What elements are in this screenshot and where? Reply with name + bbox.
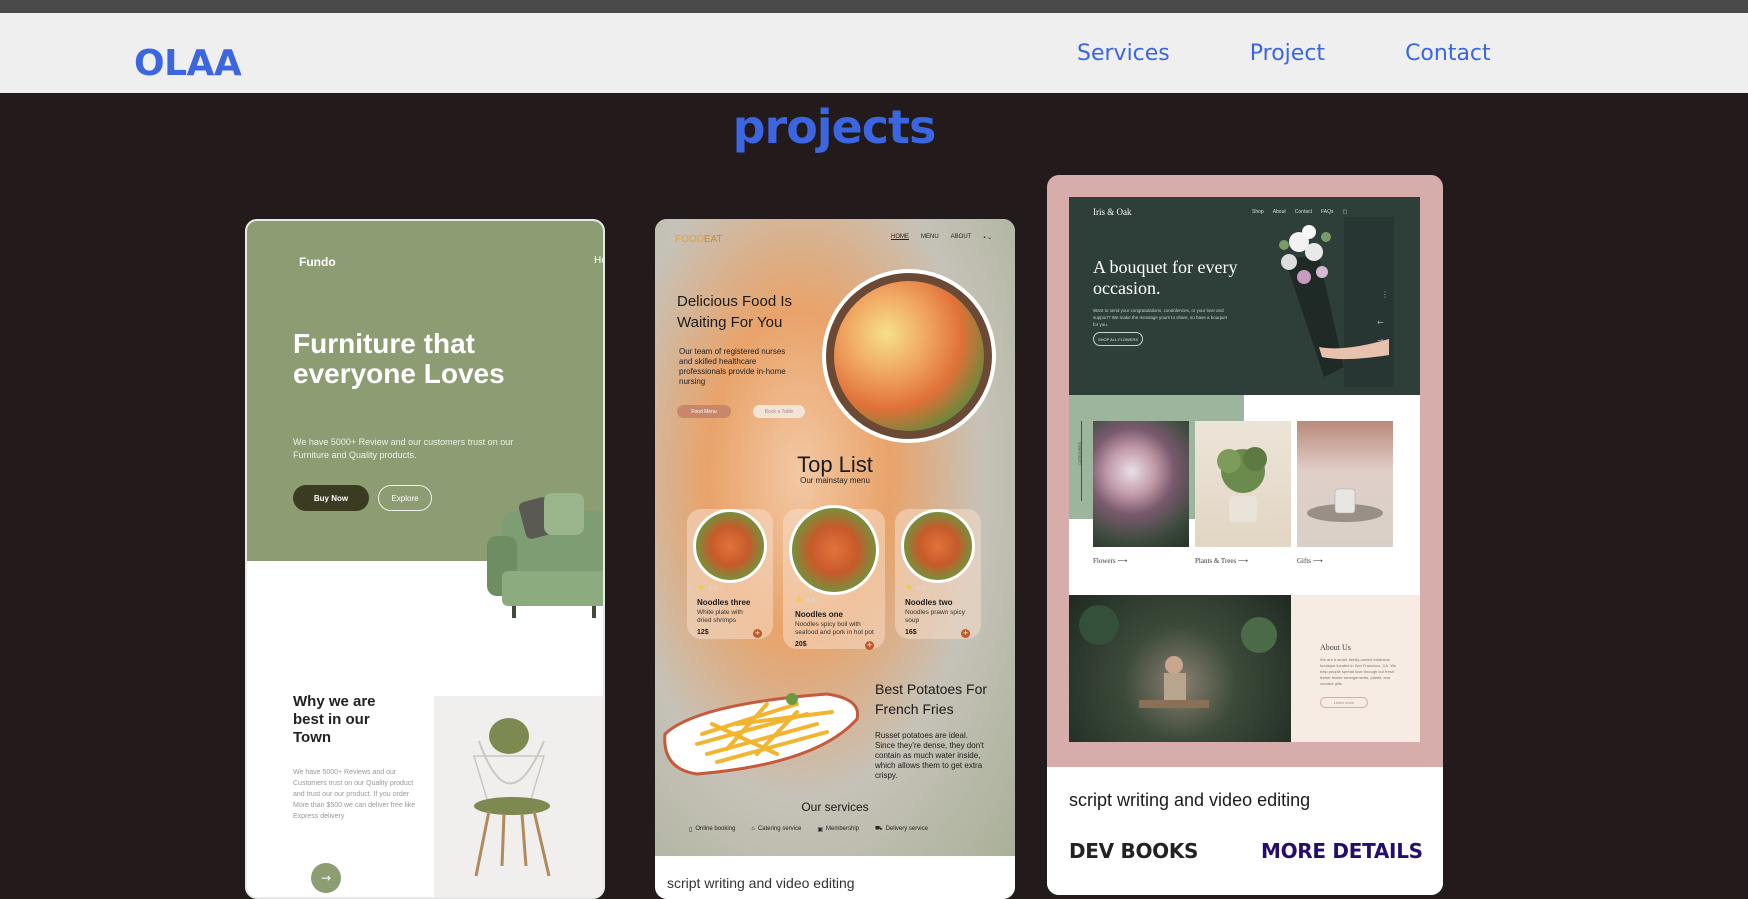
nav-contact[interactable]: Contact <box>1405 41 1491 66</box>
about-title: About Us <box>1320 643 1351 652</box>
services-row: ▯ Online booking ⌂ Catering service ▣ Membe… <box>689 825 928 833</box>
foodeat-nav: HOME MENU ABOUT ▪ ⌄ <box>891 234 993 241</box>
fundo-headline: Furniture that everyone Loves <box>293 328 505 389</box>
food-menu-button: Food Menu <box>677 405 731 418</box>
plants-photo <box>1195 421 1291 547</box>
card-title: DEV BOOKS <box>1069 839 1199 863</box>
top-list-subtitle: Our mainstay menu <box>800 476 870 485</box>
learn-more-button: Learn more <box>1320 697 1368 708</box>
foodeat-headline: Delicious Food Is Waiting For You <box>677 293 793 331</box>
dish-image <box>789 505 879 595</box>
add-icon: + <box>961 629 970 638</box>
bouquet-image: ⋮ ← → <box>1279 217 1394 387</box>
gifts-photo <box>1297 421 1393 547</box>
book-table-button: Book a Table <box>753 405 805 418</box>
membership-icon: ▣ <box>817 826 823 833</box>
dish-card: ★ 4.5 Noodles three White plate with dri… <box>687 509 773 639</box>
add-icon: + <box>865 641 874 650</box>
fundo-text: We have 5000+ Review and our customers t… <box>293 437 514 460</box>
project-card-foodeat[interactable]: FOODEAT HOME MENU ABOUT ▪ ⌄ Delicious Fo… <box>655 219 1015 899</box>
more-details-link[interactable]: MORE DETAILS <box>1261 839 1423 863</box>
fundo-buy-button: Buy Now <box>293 485 369 511</box>
iris-oak-text: Want to send your congratulations, condo… <box>1093 308 1227 327</box>
phone-icon: ▯ <box>689 826 693 833</box>
services-title: Our services <box>801 800 869 814</box>
foodeat-logo: FOODEAT <box>675 234 723 245</box>
chair-image <box>434 696 603 897</box>
bag-icon: ▢ <box>1342 209 1348 215</box>
iris-oak-brand: Iris & Oak <box>1093 207 1132 217</box>
nav-services[interactable]: Services <box>1077 41 1170 66</box>
fundo-section-title: Why we are best in our Town <box>293 693 376 746</box>
star-icon: ★ 4.5 <box>697 583 718 593</box>
shop-photo <box>1069 595 1291 742</box>
main-nav: Services Project Contact <box>1077 41 1491 66</box>
dish-image <box>901 509 975 583</box>
project-card-iris-oak[interactable]: Iris & Oak Shop About Contact FAQs ▢ A bou… <box>1047 175 1443 895</box>
about-text: We are a small, family-owned botanical b… <box>1320 657 1397 686</box>
add-icon: + <box>753 629 762 638</box>
arrow-right-icon: ⟶ <box>1312 557 1323 565</box>
dish-image <box>693 509 767 583</box>
iris-oak-nav: Shop About Contact FAQs ▢ <box>1252 209 1348 215</box>
site-header: OLAA Services Project Contact <box>0 13 1748 93</box>
cart-icon: ▪ ⌄ <box>983 235 993 241</box>
star-icon: ★ 4.5 <box>795 595 816 605</box>
truck-icon: ⛟ <box>875 826 883 832</box>
bowl-image <box>822 269 996 443</box>
section-title: projects <box>732 100 937 154</box>
sofa-image <box>487 493 603 618</box>
iris-oak-headline: A bouquet for every occasion. <box>1093 257 1238 298</box>
service-item: ⛟ Delivery service <box>875 826 928 832</box>
svg-text:⋮: ⋮ <box>1381 290 1389 299</box>
fundo-section-text: We have 5000+ Reviews and our Customers … <box>293 769 416 820</box>
top-list-title: Top List <box>797 452 873 477</box>
star-icon: ★ 4.5 <box>905 583 926 593</box>
category-flowers: Flowers ⟶ <box>1093 557 1128 565</box>
svg-text:→: → <box>1377 336 1384 345</box>
dish-card: ★ 4.5 Noodles one Noodles spicy boil wit… <box>783 505 885 650</box>
service-item: ⌂ Catering service <box>751 826 802 832</box>
fundo-nav-home: Ho <box>594 255 603 266</box>
service-item: ▣ Membership <box>817 826 860 833</box>
site-logo[interactable]: OLAA <box>134 43 242 84</box>
cloche-icon: ⌂ <box>751 826 755 832</box>
shop-all-button: SHOP ALL FLOWERS <box>1093 332 1143 346</box>
fundo-brand: Fundo <box>299 255 336 269</box>
svg-text:←: ← <box>1377 318 1384 327</box>
fundo-arrow-button: → <box>311 863 341 893</box>
service-item: ▯ Online booking <box>689 826 736 833</box>
category-gifts: Gifts ⟶ <box>1297 557 1323 565</box>
fries-text: Russet potatoes are ideal. Since they're… <box>875 731 984 780</box>
nav-project[interactable]: Project <box>1250 41 1325 66</box>
flowers-photo <box>1093 421 1189 547</box>
arrow-right-icon: ⟶ <box>1237 557 1249 565</box>
foodeat-text: Our team of registered nurses and skille… <box>679 347 786 386</box>
fundo-explore-button: Explore <box>378 485 432 511</box>
arrow-right-icon: ⟶ <box>1117 557 1128 565</box>
browser-top-strip <box>0 0 1748 13</box>
foodeat-caption: script writing and video editing <box>667 875 855 891</box>
fries-title: Best Potatoes For French Fries <box>875 681 988 717</box>
dish-card: ★ 4.5 Noodles two Noodles prawn spicy so… <box>895 509 981 639</box>
project-card-fundo[interactable]: Fundo Ho Furniture that everyone Loves W… <box>245 219 605 899</box>
card-caption: script writing and video editing <box>1069 790 1311 810</box>
card-footer: script writing and video editing DEV BOO… <box>1047 767 1443 895</box>
category-plants: Plants & Trees ⟶ <box>1195 557 1249 565</box>
fries-image <box>663 692 860 776</box>
iris-oak-preview: Iris & Oak Shop About Contact FAQs ▢ A bou… <box>1069 197 1420 742</box>
